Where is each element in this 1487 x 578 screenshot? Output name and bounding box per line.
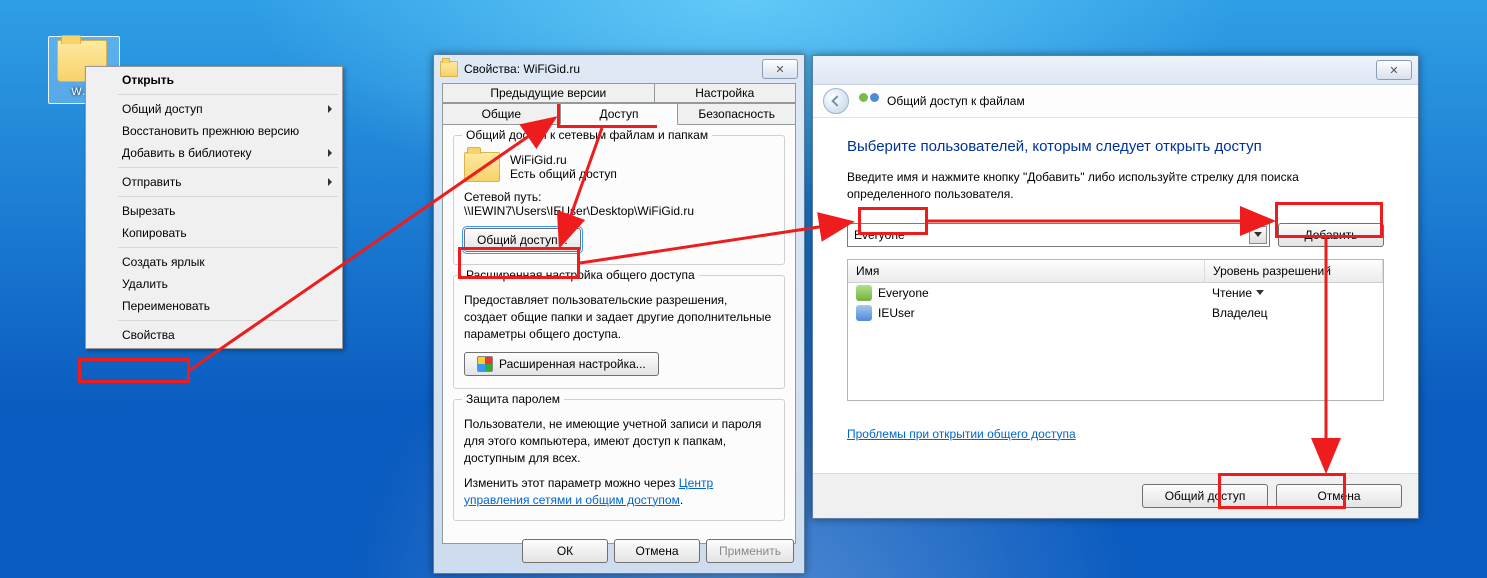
permission-selector: Владелец (1212, 306, 1375, 320)
user-name: Everyone (878, 286, 929, 300)
users-table-header: Имя Уровень разрешений (848, 260, 1383, 283)
separator (118, 247, 338, 248)
properties-pane: Общий доступ к сетевым файлам и папкам W… (442, 125, 796, 544)
wizard-title: Общий доступ к файлам (887, 94, 1025, 108)
folder-icon (464, 152, 500, 182)
file-sharing-titlebar[interactable]: ✕ (813, 56, 1418, 85)
column-permission[interactable]: Уровень разрешений (1205, 260, 1383, 282)
cancel-button[interactable]: Отмена (614, 539, 700, 563)
context-menu-item[interactable]: Удалить (88, 273, 340, 295)
separator (118, 320, 338, 321)
desktop-background: W… ОткрытьОбщий доступВосстановить прежн… (0, 0, 1487, 578)
permission-selector[interactable]: Чтение (1212, 286, 1375, 300)
close-button[interactable]: ✕ (1376, 60, 1412, 80)
context-menu-item[interactable]: Переименовать (88, 295, 340, 317)
file-sharing-window: ✕ Общий доступ к файлам Выберите пользов… (812, 55, 1419, 519)
context-menu-item[interactable]: Добавить в библиотеку (88, 142, 340, 164)
highlight-properties-item (78, 358, 190, 383)
context-menu-item[interactable]: Вырезать (88, 200, 340, 222)
column-name[interactable]: Имя (848, 260, 1205, 282)
share-name: WiFiGid.ru (510, 153, 617, 167)
wizard-header: Общий доступ к файлам (813, 85, 1418, 118)
cancel-button[interactable]: Отмена (1276, 484, 1402, 508)
chevron-down-icon (1256, 290, 1264, 295)
context-menu: Открыть Общий доступВосстановить прежнюю … (85, 66, 343, 349)
user-combobox[interactable]: Everyone (847, 223, 1270, 247)
ok-button[interactable]: ОК (522, 539, 608, 563)
advanced-sharing-button[interactable]: Расширенная настройка... (464, 352, 659, 376)
groupbox-password-protection: Защита паролем Пользователи, не имеющие … (453, 399, 785, 521)
groupbox-network-sharing: Общий доступ к сетевым файлам и папкам W… (453, 135, 785, 265)
close-button[interactable]: ✕ (762, 59, 798, 79)
tab-previous-versions[interactable]: Предыдущие версии (442, 83, 655, 103)
context-menu-item[interactable]: Восстановить прежнюю версию (88, 120, 340, 142)
properties-window: Свойства: WiFiGid.ru ✕ Предыдущие версии… (433, 54, 805, 574)
properties-titlebar[interactable]: Свойства: WiFiGid.ru ✕ (434, 55, 804, 83)
user-name: IEUser (878, 306, 915, 320)
tab-sharing[interactable]: Доступ (560, 103, 679, 125)
groupbox-advanced-sharing: Расширенная настройка общего доступа Пре… (453, 275, 785, 389)
context-menu-item[interactable]: Общий доступ (88, 98, 340, 120)
table-row[interactable]: IEUser Владелец (848, 303, 1383, 323)
separator (118, 196, 338, 197)
network-path-label: Сетевой путь: (464, 190, 774, 204)
tab-general[interactable]: Общие (442, 103, 561, 125)
user-combobox-value: Everyone (854, 228, 905, 242)
context-menu-item[interactable]: Копировать (88, 222, 340, 244)
back-button[interactable] (823, 88, 849, 114)
separator (118, 167, 338, 168)
tab-customize[interactable]: Настройка (654, 83, 796, 103)
table-row[interactable]: Everyone Чтение (848, 283, 1383, 303)
share-button[interactable]: Общий доступ... (464, 228, 581, 252)
context-menu-item[interactable]: Свойства (88, 324, 340, 346)
submenu-arrow-icon (328, 178, 332, 186)
people-icon (859, 93, 879, 109)
context-menu-item[interactable]: Отправить (88, 171, 340, 193)
add-button[interactable]: Добавить (1278, 223, 1384, 247)
tab-security[interactable]: Безопасность (677, 103, 796, 125)
folder-icon (440, 61, 458, 77)
share-state: Есть общий доступ (510, 167, 617, 181)
wizard-instruction: Введите имя и нажмите кнопку "Добавить" … (847, 169, 1384, 203)
users-table: Имя Уровень разрешений Everyone Чтение IEU… (847, 259, 1384, 401)
network-path-value: \\IEWIN7\Users\IEUser\Desktop\WiFiGid.ru (464, 204, 774, 218)
wizard-heading: Выберите пользователей, которым следует … (847, 138, 1384, 155)
chevron-down-icon[interactable] (1249, 226, 1267, 244)
group-icon (856, 285, 872, 301)
properties-title: Свойства: WiFiGid.ru (464, 62, 580, 76)
user-icon (856, 305, 872, 321)
submenu-arrow-icon (328, 149, 332, 157)
context-menu-item[interactable]: Открыть (88, 69, 340, 91)
separator (118, 94, 338, 95)
submenu-arrow-icon (328, 105, 332, 113)
tab-strip: Предыдущие версии Настройка Общие Доступ… (442, 83, 796, 125)
context-menu-item[interactable]: Создать ярлык (88, 251, 340, 273)
apply-button[interactable]: Применить (706, 539, 794, 563)
share-button[interactable]: Общий доступ (1142, 484, 1268, 508)
troubleshoot-link[interactable]: Проблемы при открытии общего доступа (847, 427, 1076, 441)
